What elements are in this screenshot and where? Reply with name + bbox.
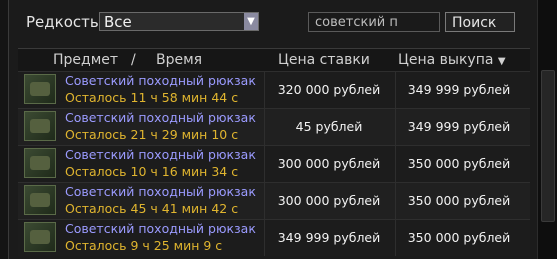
- buyout-price: 350 000 рублей: [407, 193, 511, 208]
- backpack-icon: [24, 185, 56, 215]
- column-bid-price[interactable]: Цена ставки: [278, 52, 370, 68]
- scrollbar-thumb[interactable]: [541, 70, 555, 222]
- item-name[interactable]: Советский походный рюкзак: [65, 184, 256, 199]
- buyout-price: 350 000 рублей: [407, 156, 511, 171]
- buyout-price: 349 999 рублей: [407, 119, 511, 134]
- column-time[interactable]: Время: [156, 52, 202, 68]
- backpack-icon: [24, 111, 56, 141]
- triangle-down-icon: ▼: [497, 56, 506, 67]
- column-separator: /: [131, 52, 136, 68]
- buyout-price: 350 000 рублей: [407, 230, 511, 245]
- bid-price: 45 рублей: [295, 119, 363, 134]
- bid-price: 320 000 рублей: [277, 82, 381, 97]
- rarity-select-value: Все: [104, 13, 132, 31]
- table-row[interactable]: Советский походный рюкзак Осталось 11 ч 5…: [18, 71, 530, 108]
- table-row[interactable]: Советский походный рюкзак Осталось 21 ч 2…: [18, 108, 530, 145]
- column-item[interactable]: Предмет: [53, 52, 118, 68]
- bid-price: 349 999 рублей: [277, 230, 381, 245]
- time-left: Осталось 45 ч 41 мин 42 с: [65, 201, 239, 216]
- search-input[interactable]: [308, 12, 440, 32]
- table-row[interactable]: Советский походный рюкзак Осталось 45 ч 4…: [18, 182, 530, 219]
- item-name[interactable]: Советский походный рюкзак: [65, 147, 256, 162]
- search-button[interactable]: Поиск: [445, 12, 515, 32]
- bid-price: 300 000 рублей: [277, 156, 381, 171]
- chevron-down-icon[interactable]: ▼: [244, 13, 258, 30]
- item-name[interactable]: Советский походный рюкзак: [65, 73, 256, 88]
- time-left: Осталось 11 ч 58 мин 44 с: [65, 90, 239, 105]
- time-left: Осталось 21 ч 29 мин 10 с: [65, 127, 239, 142]
- rarity-label: Редкость: [26, 13, 99, 31]
- backpack-icon: [24, 222, 56, 252]
- table-row[interactable]: Советский походный рюкзак Осталось 9 ч 25…: [18, 219, 530, 256]
- table-row[interactable]: Советский походный рюкзак Осталось 10 ч 1…: [18, 145, 530, 182]
- backpack-icon: [24, 74, 56, 104]
- item-name[interactable]: Советский походный рюкзак: [65, 221, 256, 236]
- column-buyout-price[interactable]: Цена выкупа ▼: [398, 52, 506, 68]
- time-left: Осталось 10 ч 16 мин 34 с: [65, 164, 239, 179]
- buyout-price: 349 999 рублей: [407, 82, 511, 97]
- bid-price: 300 000 рублей: [277, 193, 381, 208]
- column-buyout-label: Цена выкупа: [398, 52, 494, 68]
- backpack-icon: [24, 148, 56, 178]
- item-name[interactable]: Советский походный рюкзак: [65, 110, 256, 125]
- rarity-select[interactable]: Все ▼: [99, 12, 259, 31]
- time-left: Осталось 9 ч 25 мин 9 с: [65, 238, 223, 253]
- table-header: Предмет / Время Цена ставки Цена выкупа …: [18, 48, 530, 71]
